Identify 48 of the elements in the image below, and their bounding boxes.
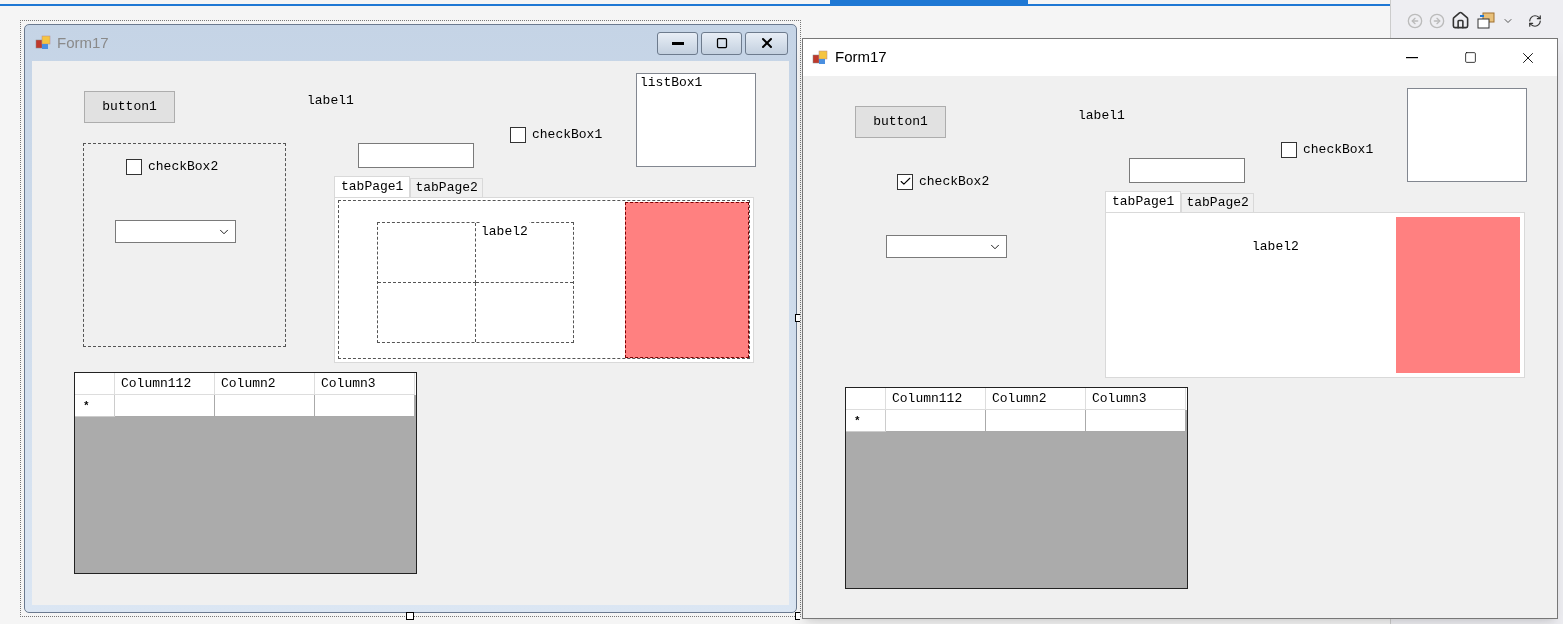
text-field[interactable] — [358, 143, 474, 168]
tab[interactable]: tabPage2 — [1181, 193, 1254, 212]
checkbox-label: checkBox2 — [148, 158, 219, 176]
table-cell[interactable] — [115, 395, 215, 417]
maximize-button[interactable] — [701, 31, 742, 55]
table-cell[interactable] — [1086, 410, 1186, 432]
checkbox[interactable] — [126, 158, 142, 175]
combo-box[interactable] — [886, 235, 1007, 258]
label: label1 — [1078, 107, 1125, 125]
checkbox[interactable] — [897, 173, 913, 190]
tab[interactable]: tabPage1 — [1105, 191, 1182, 213]
resize-handle[interactable] — [795, 612, 800, 620]
checkbox[interactable] — [1281, 141, 1297, 158]
table-cell[interactable] — [986, 410, 1086, 432]
resize-handle[interactable] — [795, 314, 800, 322]
checkbox-label: checkBox2 — [919, 173, 990, 191]
checkbox[interactable] — [510, 126, 526, 143]
row-header: * — [846, 410, 886, 432]
maximize-icon — [1463, 51, 1477, 64]
maximize-icon — [715, 37, 728, 49]
home-icon[interactable] — [1451, 11, 1470, 30]
list-box[interactable]: listBox1 — [636, 73, 756, 167]
label: label1 — [307, 92, 354, 110]
app-icon — [35, 35, 51, 51]
minimize-button[interactable] — [657, 31, 698, 55]
table-cell[interactable] — [315, 395, 415, 417]
list-box[interactable] — [1407, 88, 1527, 182]
checkbox-label: checkBox1 — [532, 126, 603, 144]
table-cell[interactable] — [886, 410, 986, 432]
minimize-icon — [1406, 56, 1418, 59]
resize-handle[interactable] — [406, 612, 414, 620]
button[interactable]: button1 — [84, 91, 175, 123]
close-button[interactable] — [745, 31, 788, 55]
checkbox-label: checkBox1 — [1303, 141, 1374, 159]
window-title: Form17 — [57, 32, 109, 53]
app-icon — [812, 49, 828, 66]
button[interactable]: button1 — [855, 106, 946, 138]
tab[interactable]: tabPage1 — [334, 176, 411, 198]
windows-icon[interactable] — [1476, 11, 1496, 30]
list-item[interactable]: listBox1 — [640, 74, 752, 91]
minimize-icon — [671, 41, 684, 45]
combo-box[interactable] — [115, 220, 236, 243]
tab[interactable]: tabPage2 — [410, 178, 483, 197]
window-title: Form17 — [835, 47, 887, 68]
text-field[interactable] — [1129, 158, 1245, 183]
row-header: * — [75, 395, 115, 417]
table-cell[interactable] — [215, 395, 315, 417]
refresh-icon[interactable] — [1528, 13, 1542, 28]
